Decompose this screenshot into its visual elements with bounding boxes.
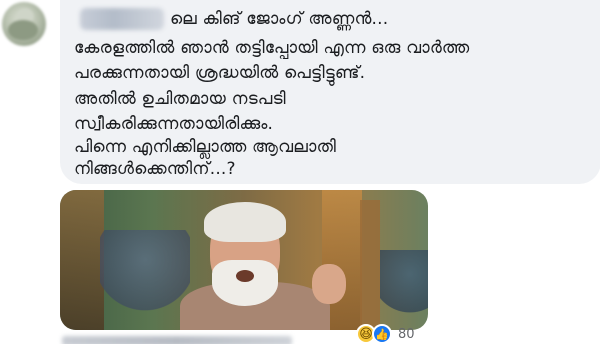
comment-line-5: സ്വീകരിക്കുന്നതായിരിക്കും. [74, 114, 274, 134]
image-background-figure [380, 250, 428, 330]
comment-actions-blurred[interactable] [62, 336, 292, 344]
comment-line-3: പരക്കുന്നതായി ശ്രദ്ധയിൽ പെട്ടിട്ടുണ്ട്. [74, 63, 366, 83]
reaction-count: 80 [398, 326, 415, 342]
commenter-avatar[interactable] [2, 2, 46, 46]
commenter-name-blurred[interactable] [80, 8, 164, 30]
image-person-beard [212, 260, 278, 306]
comment-line-2: കേരളത്തിൽ ഞാൻ തട്ടിപ്പോയി എന്ന ഒരു വാർത്… [74, 38, 470, 58]
image-background-pillar [360, 200, 380, 330]
comment-line-6: പിന്നെ എനിക്കില്ലാത്ത ആവലാതി [74, 137, 337, 157]
comment-line-4: അതിൽ ഉചിതമായ നടപടി [74, 89, 286, 109]
comment-attached-image[interactable] [60, 190, 428, 330]
comment-line-7: നിങ്ങൾക്കെന്തിന്...? [74, 159, 236, 179]
image-background-figure [100, 230, 190, 330]
image-person-mouth [236, 270, 254, 282]
reaction-summary[interactable]: 😆 👍 80 [356, 323, 428, 344]
image-person-hair [204, 202, 286, 242]
like-icon: 👍 [372, 324, 392, 344]
comment-line-1: ലെ കിങ് ജോംഗ് അണ്ണൻ... [170, 9, 389, 29]
image-background-pillar [60, 190, 104, 330]
image-person-hand [312, 264, 346, 304]
